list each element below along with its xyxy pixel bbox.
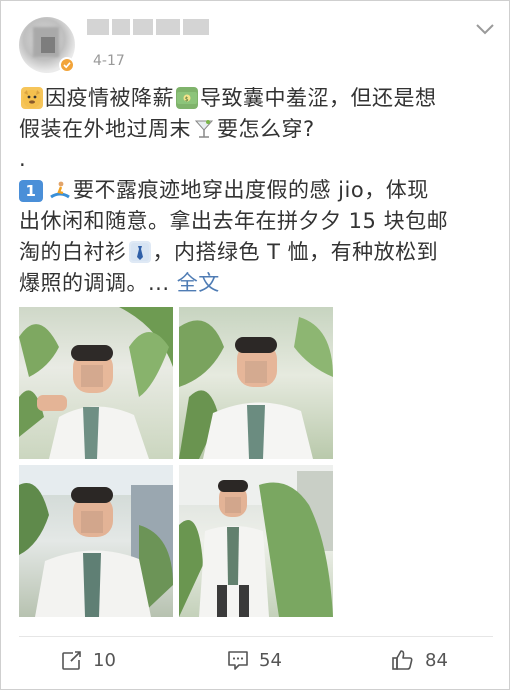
surfer-emoji-icon [49,179,71,201]
repost-count: 10 [93,649,116,671]
text-line-5: 淘的白衬衫 ，内搭绿色 T 恤，有种放松到 [19,237,495,268]
text-line-2: 假装在外地过周末 要怎么穿? [19,114,495,145]
text-segment: 假装在外地过周末 [19,117,191,141]
svg-text:$: $ [185,96,189,103]
photo-4[interactable] [179,465,333,617]
text-line-1: 因疫情被降薪 $ 导致囊中羞涩，但还是想 [19,83,495,114]
text-segment: 因疫情被降薪 [45,86,174,110]
text-segment: 导致囊中羞涩，但还是想 [200,86,437,110]
chevron-down-icon[interactable] [473,17,497,41]
text-segment: 淘的白衬衫 [19,240,127,264]
like-count: 84 [425,649,448,671]
full-text-link[interactable]: 全文 [177,271,220,295]
text-line-6: 爆照的调调。... 全文 [19,268,495,299]
repost-icon [62,651,82,670]
text-segment: 爆照的调调。... [19,271,170,295]
comment-button[interactable]: 54 [227,645,282,675]
weibo-post-card: 4-17 因疫情被降薪 $ 导致囊中羞涩，但还是想 假装在外地过周末 要怎么穿?… [0,0,510,690]
text-segment: ，内搭绿色 T 恤，有种放松到 [152,240,439,264]
money-emoji-icon: $ [176,87,198,109]
photo-2[interactable] [179,307,333,459]
action-bar: 10 54 84 [1,637,510,689]
like-button[interactable]: 84 [391,645,448,675]
repost-button[interactable]: 10 [61,645,116,675]
text-line-3: 1 要不露痕迹地穿出度假的感 jio，体现 [19,175,495,206]
text-line-4: 出休闲和随意。拿出去年在拼夕夕 15 块包邮 [19,209,449,233]
comment-icon [228,651,248,670]
separator-dot: . [19,147,26,171]
photo-3[interactable] [19,465,173,617]
necktie-emoji-icon [128,241,151,263]
photo-grid [19,307,333,619]
text-segment: 要怎么穿? [217,117,315,141]
post-header: 4-17 [15,13,497,73]
text-segment: 要不露痕迹地穿出度假的感 jio，体现 [73,178,429,202]
photo-1[interactable] [19,307,173,459]
doge-emoji-icon [21,87,43,109]
username-blurred[interactable] [87,19,227,37]
post-timestamp: 4-17 [93,53,125,69]
thumbs-up-icon [392,650,413,670]
verified-badge-icon [59,57,75,73]
number-badge: 1 [19,180,43,202]
post-text: 因疫情被降薪 $ 导致囊中羞涩，但还是想 假装在外地过周末 要怎么穿? [19,83,495,145]
comment-count: 54 [259,649,282,671]
post-text-paragraph-2: 1 要不露痕迹地穿出度假的感 jio，体现 出休闲和随意。拿出去年在拼夕夕 15… [19,175,495,299]
cocktail-emoji-icon [193,118,215,140]
